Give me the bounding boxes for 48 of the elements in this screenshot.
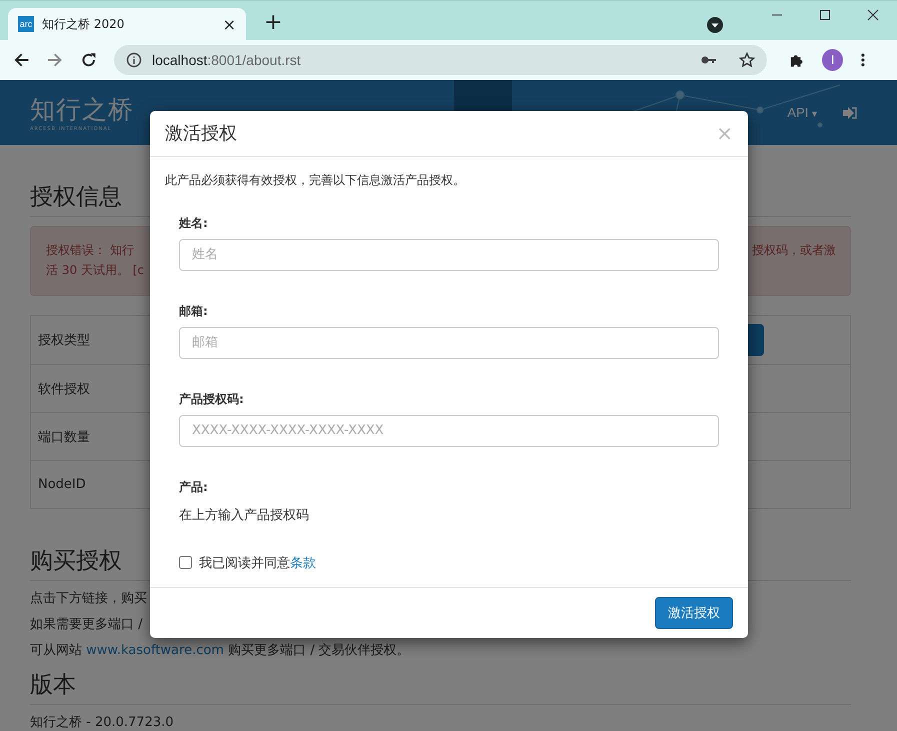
agree-text: 我已阅读并同意条款 (199, 554, 316, 572)
website-link[interactable]: www.kasoftware.com (86, 643, 224, 658)
input-field[interactable]: 邮箱 (179, 326, 719, 359)
section-heading: 版本 (30, 669, 851, 705)
close-icon[interactable] (867, 8, 879, 20)
paragraph: 点击下方链接，购买 (30, 590, 148, 607)
logo-text[interactable]: 知行之桥 (30, 93, 160, 126)
activate-button[interactable]: 激活授权 (655, 596, 733, 629)
alert-text: 授权错误： 知行 (46, 242, 135, 259)
paragraph: 如果需要更多端口 / (30, 616, 144, 633)
table-cell: NodeID (38, 477, 86, 492)
info-icon (126, 52, 142, 68)
puzzle-icon[interactable] (788, 52, 804, 68)
dialog-title: 激活授权 (165, 122, 237, 146)
table-cell-text: 软件授权 (38, 380, 90, 398)
forward-arrow-icon[interactable] (47, 52, 63, 68)
product-value: 在上方输入产品授权码 (179, 506, 310, 524)
logout-icon[interactable] (843, 106, 857, 118)
terms-link[interactable]: 条款 (290, 556, 316, 571)
api-menu[interactable]: API ▾ (787, 105, 817, 120)
reload-icon[interactable] (80, 52, 96, 68)
star-icon[interactable] (738, 52, 755, 68)
alert-text: 授权码，或者激 (752, 242, 836, 259)
field-label: 产品: (179, 478, 209, 496)
back-arrow-icon[interactable] (14, 52, 30, 68)
new-tab-button[interactable]: + (264, 10, 282, 35)
version-text: 知行之桥 - 20.0.7723.0 (30, 714, 175, 731)
input-field[interactable]: 姓名 (179, 238, 719, 271)
maximize-icon[interactable] (819, 8, 831, 20)
favicon-icon: arc (18, 16, 34, 32)
field-label: 邮箱: (179, 302, 209, 320)
agree-checkbox[interactable] (179, 556, 192, 570)
key-icon[interactable] (700, 55, 717, 65)
tab-title: 知行之桥 2020 (42, 16, 126, 32)
address-bar[interactable]: localhost:8001/about.rst (114, 45, 767, 75)
field-label: 产品授权码: (179, 390, 245, 408)
alert-text: 活 30 天试用。 [c (46, 262, 144, 279)
browser-tab[interactable]: arc 知行之桥 2020 × (8, 8, 246, 40)
profile-avatar[interactable]: I (822, 49, 844, 71)
dropdown-circle-icon[interactable] (707, 17, 723, 33)
paragraph: 可从网站 www.kasoftware.com 购买更多端口 / 交易伙伴授权。 (30, 642, 411, 659)
input-field[interactable]: XXXX-XXXX-XXXX-XXXX-XXXX (179, 414, 719, 447)
tab-close-button[interactable]: × (222, 14, 236, 34)
table-cell-text: 授权类型 (38, 332, 90, 349)
url-text: localhost:8001/about.rst (152, 52, 301, 68)
field-label: 姓名: (179, 214, 209, 232)
table-cell-text: 端口数量 (38, 428, 90, 446)
more-icon[interactable] (861, 53, 865, 67)
